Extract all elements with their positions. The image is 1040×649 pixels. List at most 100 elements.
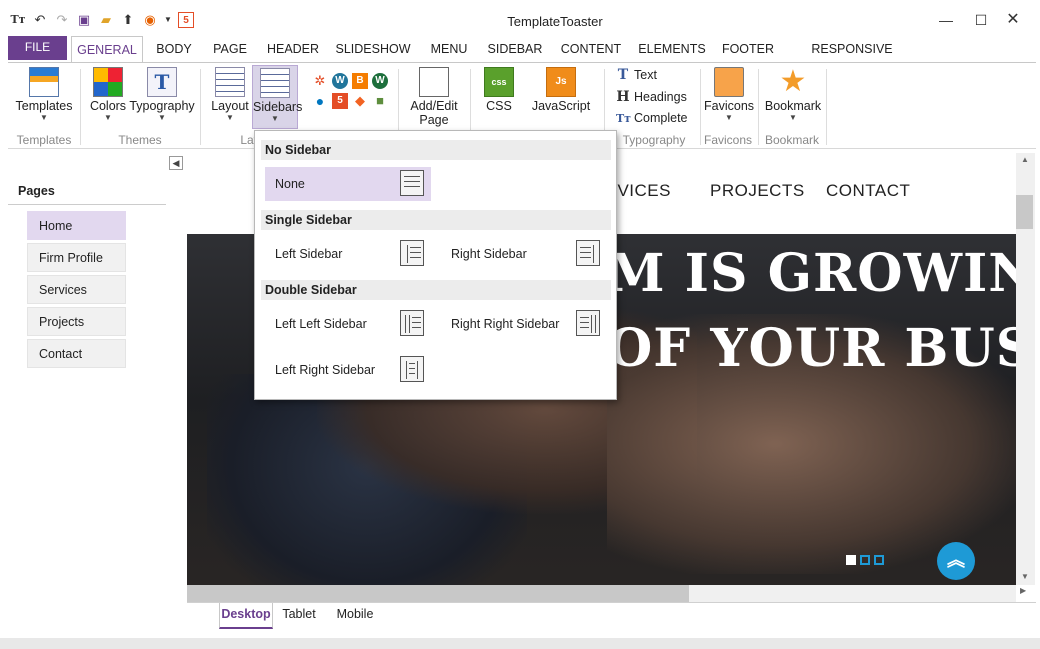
left-sidebar-layout-icon — [400, 240, 424, 266]
collapse-panel-button[interactable]: ◀ — [169, 156, 183, 170]
html5-export-icon[interactable]: 5 — [332, 93, 348, 109]
pages-panel: Pages Home Firm Profile Services Project… — [8, 153, 168, 613]
tab-sidebar[interactable]: SIDEBAR — [485, 36, 545, 62]
drupal-icon[interactable]: ● — [312, 93, 328, 109]
ribbon-tabs: FILE GENERAL BODY PAGE HEADER SLIDESHOW … — [0, 36, 1040, 89]
tab-responsive-layout[interactable]: RESPONSIVE LAYOUT — [788, 36, 916, 82]
group-separator — [758, 69, 759, 145]
option-none[interactable]: None — [265, 167, 431, 201]
option-left-right-sidebar[interactable]: Left Right Sidebar — [265, 353, 431, 387]
slide-dot[interactable] — [846, 555, 856, 565]
nav-contact[interactable]: CONTACT — [826, 181, 910, 201]
right-sidebar-layout-icon — [576, 240, 600, 266]
text-button[interactable]: T Text — [616, 67, 657, 83]
hero-heading-line2: OF YOUR BUSIN — [607, 318, 1016, 379]
pages-title: Pages — [18, 184, 55, 198]
sidebars-button[interactable]: Sidebars ▼ — [252, 65, 302, 129]
tab-general[interactable]: GENERAL — [71, 36, 143, 63]
slide-dot[interactable] — [860, 555, 870, 565]
device-tabs: Desktop Tablet Mobile — [187, 602, 1036, 638]
left-left-sidebar-layout-icon — [400, 310, 424, 336]
tab-body[interactable]: BODY — [150, 36, 198, 62]
add-page-icon — [419, 67, 449, 97]
group-label-favicons: Favicons — [703, 133, 753, 147]
slide-indicators — [846, 555, 884, 565]
scrollbar-thumb[interactable] — [187, 585, 689, 602]
bookmark-button[interactable]: ★ Bookmark ▼ — [762, 65, 824, 123]
page-item-projects[interactable]: Projects — [27, 307, 126, 336]
shopify-icon[interactable]: ■ — [372, 93, 388, 109]
tab-content[interactable]: CONTENT — [557, 36, 625, 62]
page-item-contact[interactable]: Contact — [27, 339, 126, 368]
horizontal-scrollbar[interactable] — [187, 585, 1016, 602]
layout-button[interactable]: Layout ▼ — [206, 67, 254, 122]
tab-slideshow[interactable]: SLIDESHOW — [333, 36, 413, 62]
scroll-down-icon[interactable]: ▼ — [1021, 572, 1029, 581]
templates-icon — [29, 67, 59, 97]
option-right-right-sidebar[interactable]: Right Right Sidebar — [441, 307, 607, 341]
nav-projects[interactable]: PROJECTS — [710, 181, 805, 201]
group-separator — [826, 69, 827, 145]
javascript-icon: Js — [546, 67, 576, 97]
magento-icon[interactable]: ◆ — [352, 93, 368, 109]
blogger-icon[interactable]: B — [352, 73, 368, 89]
scroll-right-icon[interactable]: ▶ — [1020, 586, 1026, 595]
tab-page[interactable]: PAGE — [207, 36, 253, 62]
minimize-button[interactable]: — — [932, 8, 960, 32]
wordpress-alt-icon[interactable]: W — [372, 73, 388, 89]
headings-button[interactable]: H Headings — [616, 89, 686, 105]
section-double-sidebar: Double Sidebar — [261, 280, 611, 300]
complete-button[interactable]: Tт Complete — [616, 111, 688, 125]
javascript-button[interactable]: Js JavaScript — [526, 67, 596, 113]
right-right-sidebar-layout-icon — [576, 310, 600, 336]
chevron-down-icon: ▼ — [725, 113, 733, 122]
tab-file[interactable]: FILE — [8, 36, 67, 60]
page-item-home[interactable]: Home — [27, 211, 126, 240]
tab-tablet[interactable]: Tablet — [275, 603, 323, 629]
tab-desktop[interactable]: Desktop — [219, 603, 273, 629]
layout-icon — [215, 67, 245, 97]
scroll-to-top-button[interactable]: ︽ — [937, 542, 975, 580]
left-right-sidebar-layout-icon — [400, 356, 424, 382]
tab-mobile[interactable]: Mobile — [327, 603, 383, 629]
close-button[interactable]: ✕ — [999, 8, 1027, 32]
title-bar: Tт ↶ ↷ ▣ ▰ ⬆ ◉ ▼ 5 TemplateToaster — ☐ ✕ — [0, 0, 1040, 36]
text-icon: T — [617, 67, 629, 83]
group-separator — [200, 69, 201, 145]
page-item-services[interactable]: Services — [27, 275, 126, 304]
chevron-down-icon: ▼ — [104, 113, 112, 122]
status-bar — [0, 638, 1040, 649]
option-left-left-sidebar[interactable]: Left Left Sidebar — [265, 307, 431, 341]
page-item-firm-profile[interactable]: Firm Profile — [27, 243, 126, 272]
section-single-sidebar: Single Sidebar — [261, 210, 611, 230]
wordpress-icon[interactable]: W — [332, 73, 348, 89]
divider — [8, 204, 166, 205]
css-button[interactable]: css CSS — [478, 67, 520, 113]
group-separator — [80, 69, 81, 145]
group-label-templates: Templates — [16, 133, 72, 147]
colors-button[interactable]: Colors ▼ — [84, 67, 132, 122]
typography-button[interactable]: T Typography ▼ — [128, 67, 196, 122]
typography-icon: T — [147, 67, 177, 97]
hero-heading-line1: M IS GROWING A — [607, 243, 1016, 304]
chevron-down-icon: ▼ — [226, 113, 234, 122]
vertical-scrollbar[interactable]: ▲ ▼ — [1016, 153, 1035, 585]
add-edit-page-button[interactable]: Add/Edit Page — [402, 67, 466, 127]
option-left-sidebar[interactable]: Left Sidebar — [265, 237, 431, 271]
tab-header[interactable]: HEADER — [264, 36, 322, 62]
maximize-button[interactable]: ☐ — [967, 8, 995, 32]
joomla-icon[interactable]: ✲ — [312, 73, 328, 89]
favicons-button[interactable]: Favicons ▼ — [704, 67, 754, 122]
tab-footer[interactable]: FOOTER — [719, 36, 777, 62]
complete-icon: Tт — [616, 111, 632, 125]
option-right-sidebar[interactable]: Right Sidebar — [441, 237, 607, 271]
star-icon: ★ — [779, 65, 807, 98]
scroll-up-icon[interactable]: ▲ — [1021, 155, 1029, 164]
tab-elements[interactable]: ELEMENTS — [636, 36, 708, 62]
no-sidebar-layout-icon — [400, 170, 424, 196]
scrollbar-thumb[interactable] — [1016, 195, 1033, 229]
templates-button[interactable]: Templates ▼ — [14, 67, 74, 122]
tab-menu[interactable]: MENU — [424, 36, 474, 62]
slide-dot[interactable] — [874, 555, 884, 565]
chevron-down-icon: ▼ — [789, 113, 797, 122]
